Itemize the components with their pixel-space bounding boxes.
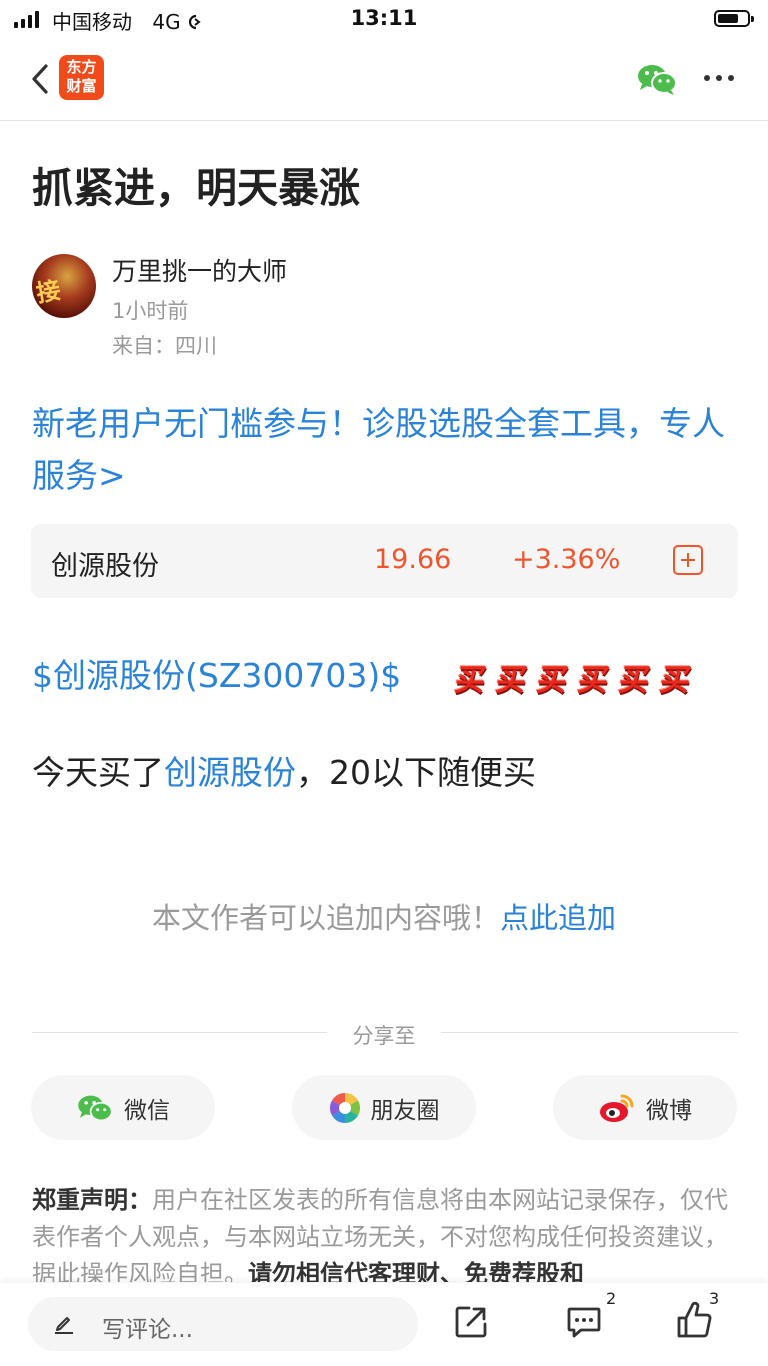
comment-count-badge: 2: [606, 1289, 617, 1308]
comment-input[interactable]: 写评论...: [28, 1297, 418, 1351]
plus-icon[interactable]: [673, 545, 703, 575]
quote-stock-name: 创源股份: [51, 551, 159, 582]
share-moments-label: 朋友圈: [370, 1097, 440, 1124]
weibo-icon: [600, 1094, 634, 1122]
bottom-action-bar: 写评论... 2 3: [0, 1283, 768, 1366]
buy-word: 买: [493, 663, 530, 698]
battery-icon: [714, 10, 754, 27]
body-text-prefix: 今天买了: [32, 753, 164, 792]
buy-word: 买: [452, 663, 489, 698]
share-out-icon[interactable]: [454, 1305, 488, 1339]
wechat-icon: [78, 1095, 113, 1121]
disclaimer-title: 郑重声明：: [32, 1186, 152, 1214]
buy-emoji-row: 买 买 买 买 买 买: [452, 655, 693, 699]
share-weibo-label: 微博: [646, 1097, 692, 1124]
buy-word: 买: [657, 663, 694, 698]
back-arrow-icon[interactable]: [24, 60, 62, 98]
like-count-badge: 3: [709, 1289, 720, 1308]
disclaimer-strong: 请勿相信代客理财、免费荐股和: [248, 1260, 584, 1282]
share-wechat-button[interactable]: 微信: [31, 1075, 215, 1140]
share-weibo-button[interactable]: 微博: [553, 1075, 737, 1140]
more-icon[interactable]: [704, 75, 734, 81]
share-label: 分享至: [352, 1024, 416, 1048]
promo-link[interactable]: 新老用户无门槛参与！诊股选股全套工具，专人服务>: [32, 398, 738, 502]
append-link[interactable]: 点此追加: [500, 901, 616, 935]
buy-word: 买: [575, 663, 612, 698]
author-name[interactable]: 万里挑一的大师: [112, 252, 287, 288]
quote-change: +3.36%: [512, 544, 621, 575]
append-content-hint: 本文作者可以追加内容哦！点此追加: [0, 895, 768, 937]
share-moments-button[interactable]: 朋友圈: [292, 1075, 476, 1140]
quote-price: 19.66: [374, 544, 452, 575]
post-body-text: 今天买了创源股份，20以下随便买: [32, 746, 536, 794]
append-hint-text: 本文作者可以追加内容哦！: [151, 901, 500, 935]
stock-tag-link[interactable]: $创源股份(SZ300703)$: [32, 649, 401, 697]
comment-placeholder: 写评论...: [102, 1317, 193, 1343]
disclaimer: 郑重声明：用户在社区发表的所有信息将由本网站记录保存，仅代表作者个人观点，与本网…: [32, 1182, 740, 1282]
post-location: 来自：四川: [112, 334, 217, 358]
pencil-icon: [55, 1317, 73, 1334]
post-title: 抓紧进，明天暴涨: [32, 164, 360, 212]
comment-icon[interactable]: [566, 1305, 602, 1339]
logo-text-line2: 财富: [66, 77, 97, 95]
status-bar: 中国移动 4G 13:11: [0, 0, 768, 40]
app-logo: 东方 财富: [59, 55, 104, 100]
logo-text-line1: 东方: [66, 58, 97, 76]
buy-word: 买: [534, 663, 571, 698]
top-nav-bar: 东方 财富: [0, 40, 768, 121]
thumbs-up-icon[interactable]: [676, 1301, 712, 1339]
body-stock-link[interactable]: 创源股份: [164, 753, 296, 792]
stock-quote-card[interactable]: 创源股份 19.66 +3.36%: [31, 524, 738, 598]
share-wechat-label: 微信: [124, 1097, 170, 1124]
post-time: 1小时前: [112, 299, 189, 323]
status-time: 13:11: [350, 6, 418, 30]
moments-icon: [329, 1092, 360, 1123]
buy-word: 买: [616, 663, 653, 698]
wechat-icon[interactable]: [636, 62, 678, 96]
body-text-suffix: ，20以下随便买: [296, 753, 536, 792]
author-avatar[interactable]: 接: [32, 254, 96, 318]
